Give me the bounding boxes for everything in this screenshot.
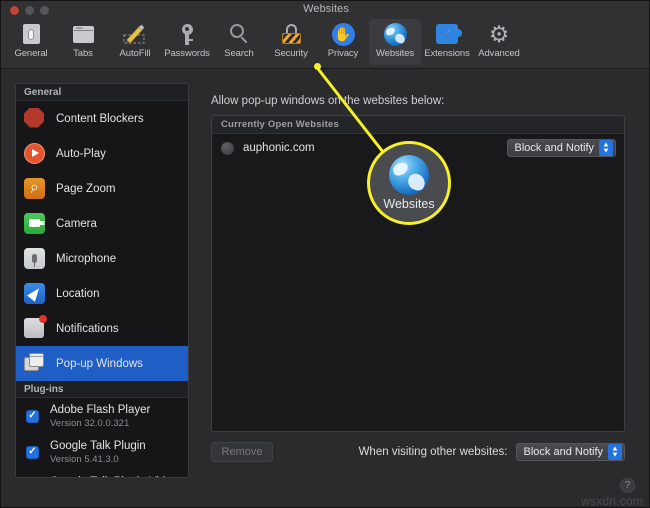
default-permission-value: Block and Notify [523,446,603,458]
tab-general-label: General [14,48,48,59]
pane-caption: Allow pop-up windows on the websites bel… [211,95,445,107]
tab-advanced[interactable]: ⚙ Advanced [473,19,525,65]
tab-security[interactable]: Security [265,19,317,65]
sidebar-item-page-zoom[interactable]: Page Zoom [16,171,188,206]
tab-websites-label: Websites [375,48,415,59]
gear-icon: ⚙ [488,21,510,47]
globe-icon [382,21,408,47]
sidebar-item-label: Camera [56,217,97,230]
plugin-version: Version 32.0.0.321 [50,417,130,429]
plugin-checkbox[interactable] [26,445,39,459]
plugin-version: Version 5.41.3.0 [50,453,119,465]
tab-passwords-label: Passwords [164,48,210,59]
sidebar-item-camera[interactable]: Camera [16,206,188,241]
sidebar-item-auto-play[interactable]: Auto-Play [16,136,188,171]
preferences-window: Websites General Tabs AutoFill Passwords… [0,0,650,508]
search-icon [226,21,252,47]
websites-listbox: Currently Open Websites auphonic.com Blo… [211,115,625,432]
plugin-row-google-talk-plugin-video[interactable]: Google Talk Plugin Vid… Version 5.41.3.0 [16,470,188,478]
sidebar-item-content-blockers[interactable]: Content Blockers [16,101,188,136]
plugin-checkbox[interactable] [26,409,39,423]
tab-advanced-label: Advanced [478,48,520,59]
website-name: auphonic.com [243,142,315,154]
tabs-icon [70,21,96,47]
sidebar-item-label: Notifications [56,322,119,335]
tab-autofill-label: AutoFill [119,48,151,59]
default-permission-label: When visiting other websites: [358,446,508,458]
sidebar-item-label: Microphone [56,252,117,265]
tab-privacy[interactable]: ✋ Privacy [317,19,369,65]
general-icon [18,21,44,47]
notification-icon [24,314,47,340]
table-row[interactable]: auphonic.com Block and Notify ▲ ▼ [212,134,624,162]
magnifier-icon [24,177,46,200]
window-title: Websites [303,3,349,15]
watermark: wsxdn.com [581,494,643,508]
sidebar-group-plugins: Plug-ins [16,381,188,398]
tab-search[interactable]: Search [213,19,265,65]
tab-websites[interactable]: Websites [369,19,421,65]
hand-icon: ✋ [330,21,356,47]
sidebar-item-microphone[interactable]: Microphone [16,241,188,276]
sidebar-item-popup-windows[interactable]: Pop-up Windows [16,346,188,381]
play-circle-icon [24,142,46,165]
plugin-name: Google Talk Plugin [50,439,146,452]
website-permission-value: Block and Notify [514,142,594,154]
plugin-name: Adobe Flash Player [50,403,151,416]
sidebar-item-label: Location [56,287,100,300]
stop-sign-icon [24,107,46,130]
sidebar-item-notifications[interactable]: Notifications [16,311,188,346]
help-button[interactable]: ? [620,478,635,493]
tab-search-label: Search [224,48,254,59]
plugin-row-adobe-flash-player[interactable]: Adobe Flash Player Version 32.0.0.321 [16,398,188,434]
chevron-updown-icon: ▲ ▼ [608,444,622,460]
settings-sidebar: General Content Blockers Auto-Play Page … [15,83,189,478]
list-section-header: Currently Open Websites [212,116,624,134]
tab-tabs-label: Tabs [73,48,93,59]
globe-favicon-icon [221,141,234,155]
tab-general[interactable]: General [5,19,57,65]
microphone-icon [24,247,46,270]
plugin-name: Google Talk Plugin Vid… [50,475,177,478]
listbox-footer: Remove When visiting other websites: Blo… [211,441,625,463]
tab-privacy-label: Privacy [327,48,359,59]
popup-windows-icon [24,352,46,375]
plugin-row-google-talk-plugin[interactable]: Google Talk Plugin Version 5.41.3.0 [16,434,188,470]
tab-autofill[interactable]: AutoFill [109,19,161,65]
remove-button[interactable]: Remove [211,442,273,462]
preferences-body: General Content Blockers Auto-Play Page … [1,69,649,508]
preferences-toolbar: General Tabs AutoFill Passwords Search S… [1,19,649,69]
extension-icon [434,21,462,47]
tab-extensions[interactable]: Extensions [421,19,473,65]
lock-icon [278,21,304,47]
chevron-updown-icon: ▲ ▼ [599,140,613,156]
window-titlebar: Websites [1,1,649,19]
location-arrow-icon [24,282,46,305]
tab-tabs[interactable]: Tabs [57,19,109,65]
sidebar-item-label: Pop-up Windows [56,357,143,370]
sidebar-item-location[interactable]: Location [16,276,188,311]
sidebar-item-label: Content Blockers [56,112,144,125]
default-permission-dropdown[interactable]: Block and Notify ▲ ▼ [515,443,625,461]
main-pane: Allow pop-up windows on the websites bel… [201,83,637,478]
autofill-icon [122,21,148,47]
tab-security-label: Security [274,48,308,59]
tab-extensions-label: Extensions [424,48,470,59]
website-permission-dropdown[interactable]: Block and Notify ▲ ▼ [506,139,616,157]
sidebar-item-label: Page Zoom [56,182,116,195]
tab-passwords[interactable]: Passwords [161,19,213,65]
camera-icon [24,212,46,235]
sidebar-group-general: General [16,84,188,101]
sidebar-item-label: Auto-Play [56,147,106,160]
key-icon [174,21,200,47]
